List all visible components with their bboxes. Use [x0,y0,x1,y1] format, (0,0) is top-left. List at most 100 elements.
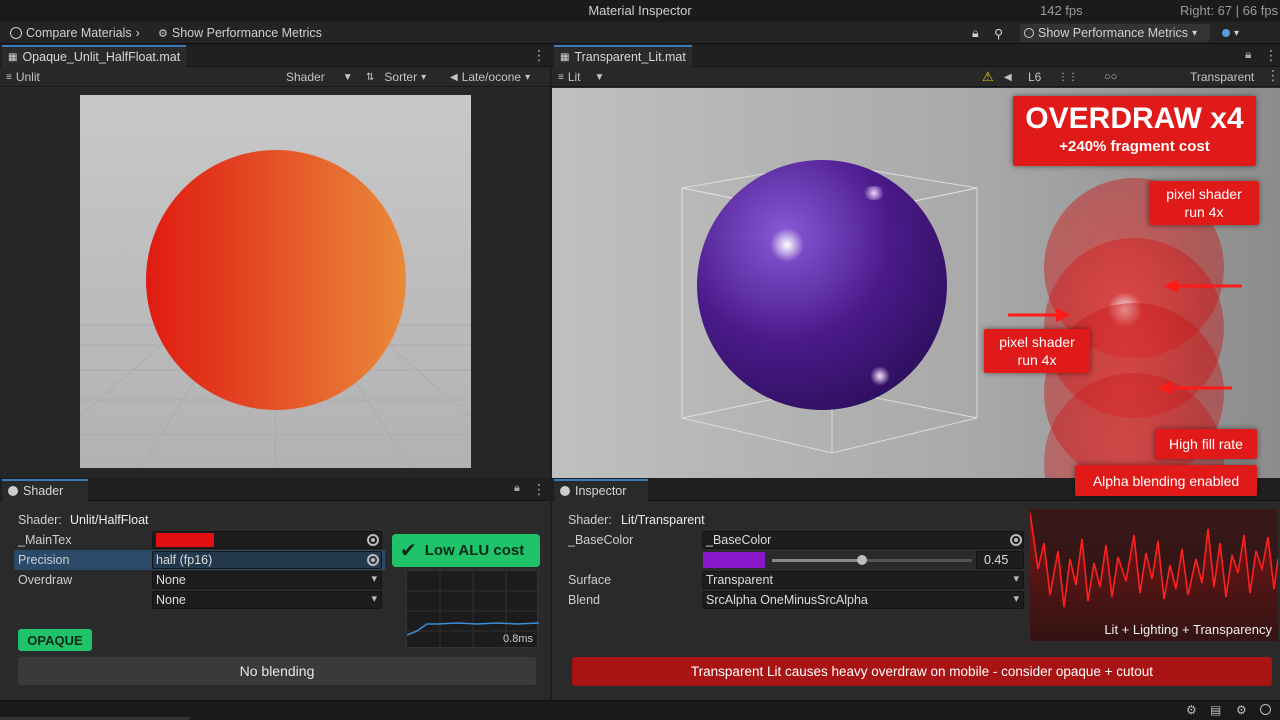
lock-icon[interactable]: 🔒︎ [1245,47,1251,62]
opaque-badge-label: OPAQUE [27,632,83,648]
left-render-preview [80,95,471,468]
right-view-options: ≡ Lit ▼ ⚠ ◀ L6 ⋮⋮ ○○ Transparent ⋮ [552,67,1280,87]
callout-text: pixel shader run 4x [1166,186,1242,220]
warning-icon[interactable]: ⚠ [982,69,994,85]
lock-icon: 🔒︎ [972,25,979,40]
shader-menu[interactable]: Shader ▼ [286,69,353,85]
render-queue-dropdown[interactable]: Transparent [1190,69,1254,85]
precision-field[interactable]: half (fp16) [152,551,382,569]
lod-selector[interactable]: L6 [1028,69,1041,85]
basecolor-field[interactable]: _BaseColor [702,531,1024,549]
basecolor-swatch[interactable] [703,552,765,568]
blend-label: Blend [568,593,600,607]
low-alu-badge: ✔ Low ALU cost [392,534,540,567]
basecolor-field-label: _BaseColor [706,533,772,547]
main-toolbar: Compare Materials › ⚙ Show Performance M… [0,22,1280,44]
precision-value: half (fp16) [156,553,213,567]
sort-icon: ⇅ [366,71,375,83]
panel-menu-icon[interactable]: ⋮ [532,481,546,498]
surface-label: Surface [568,573,612,587]
status-circle-icon[interactable] [1260,704,1271,715]
tab-opaque-material[interactable]: ▦ Opaque_Unlit_HalfFloat.mat [2,45,187,67]
lock-icon[interactable]: 🔒︎ [514,482,520,495]
show-performance-metrics-button[interactable]: ⚙ Show Performance Metrics [154,24,326,42]
overdraw-dropdown[interactable]: None [152,571,382,589]
inspector-panel: Inspector Shader: Lit/Transparent _BaseC… [552,479,1280,700]
sorter-menu-label: Sorter [384,70,418,84]
object-picker-icon[interactable] [1010,534,1022,546]
list-icon: ≡ [558,71,564,83]
opaque-badge: OPAQUE [18,629,92,651]
shader-value: Lit/Transparent [621,513,705,527]
object-picker-icon[interactable] [367,534,379,546]
left-view-options: ≡ Unlit Shader ▼ ⇅ Sorter ▾ ◀ Late/ocone… [0,67,550,87]
lighting-cost-graph: Lit + Lighting + Transparency [1030,509,1278,641]
panel-menu-icon[interactable]: ⋮ [1264,47,1278,64]
info-icon [560,486,570,496]
lock-button[interactable]: 🔒︎ [968,24,983,42]
maintex-field[interactable] [152,531,382,549]
audio-icon[interactable]: ◀ [1004,69,1012,85]
performance-metrics-dropdown[interactable]: Show Performance Metrics ▾ [1020,24,1210,42]
secondary-dropdown[interactable]: None [152,591,382,609]
link-icon: ⚲ [994,26,1004,41]
alpha-blending-callout: Alpha blending enabled [1075,465,1257,496]
overdraw-callout: OVERDRAW x4 +240% fragment cost [1013,96,1256,166]
window-title: Material Inspector [588,3,692,18]
settings-icon[interactable]: ⚙ [1236,703,1247,717]
secondary-value: None [156,593,186,607]
left-viewport-panel: ▦ Opaque_Unlit_HalfFloat.mat ⋮ ≡ Unlit S… [0,45,550,478]
alpha-slider-track[interactable] [772,555,972,565]
chevron-down-icon: ▼ [342,71,353,83]
overdraw-value: None [156,573,186,587]
tab-label: Shader [23,484,64,498]
overdraw-title: OVERDRAW x4 [1025,102,1244,135]
panel-menu-icon[interactable]: ⋮ [1266,67,1280,84]
sorter-menu[interactable]: ⇅ Sorter ▾ [366,69,426,85]
panel-menu-icon[interactable]: ⋮ [532,47,546,64]
compare-label: Compare Materials [26,26,132,40]
shader-tab-bar: Shader 🔒︎ ⋮ [0,479,550,501]
surface-dropdown[interactable]: Transparent [702,571,1024,589]
render-mode-label: Lit [567,70,581,84]
tab-inspector[interactable]: Inspector [554,479,648,501]
render-mode-selector[interactable]: ≡ Unlit [6,69,40,85]
blend-dropdown[interactable]: SrcAlpha OneMinusSrcAlpha [702,591,1024,609]
shader-panel: Shader 🔒︎ ⋮ Shader: Unlit/HalfFloat _Mai… [0,479,550,700]
right-render-preview: OVERDRAW x4 +240% fragment cost pixel sh… [552,88,1280,478]
view-toggle-button[interactable]: ▾ [1218,24,1243,42]
gizmo-toggle[interactable]: ○○ [1104,69,1117,85]
right-viewport-panel: ▦ Transparent_Lit.mat 🔒︎ ⋮ ≡ Lit ▼ ⚠ ◀ L… [552,45,1280,478]
alu-badge-label: Low ALU cost [424,542,525,559]
blend-value: SrcAlpha OneMinusSrcAlpha [706,593,868,607]
grid-icon[interactable]: ⋮⋮ [1058,69,1078,85]
material-icon: ▦ [560,51,570,63]
warning-text: Transparent Lit causes heavy overdraw on… [690,664,1154,679]
precision-label: Precision [18,553,70,567]
chevron-down-icon: ▾ [1234,27,1240,39]
console-icon[interactable]: ▤ [1210,703,1221,717]
chevron-down-icon: ▾ [1192,27,1198,39]
overdraw-label: Overdraw [18,573,73,587]
link-button[interactable]: ⚲ [990,24,1007,42]
chevron-down-icon: ▾ [421,71,427,83]
bug-icon[interactable]: ⚙ [1186,703,1197,717]
blend-mode-bar: No blending [18,657,536,685]
compare-materials-button[interactable]: Compare Materials › [6,24,144,42]
tab-shader[interactable]: Shader [2,479,88,501]
render-mode-label: Unlit [15,70,40,84]
high-fill-rate-callout: High fill rate [1155,429,1257,459]
alpha-slider-handle[interactable] [857,555,867,565]
object-picker-icon[interactable] [367,554,379,566]
alpha-value-field[interactable]: 0.45 [976,551,1024,569]
callout-text: pixel shader run 4x [999,334,1075,368]
render-mode-selector[interactable]: ≡ Lit ▼ [558,69,604,85]
late-menu[interactable]: ◀ Late/ocone ▾ [450,69,530,85]
chevron-down-icon: ▾ [525,71,531,83]
list-icon: ≡ [6,71,12,83]
tab-transparent-material[interactable]: ▦ Transparent_Lit.mat [554,45,692,67]
maintex-swatch [156,533,214,547]
fps-right-readout: Right: 67 | 66 fps [1180,3,1279,18]
alpha-slider-fill [772,559,862,562]
callout-text: High fill rate [1169,436,1243,452]
